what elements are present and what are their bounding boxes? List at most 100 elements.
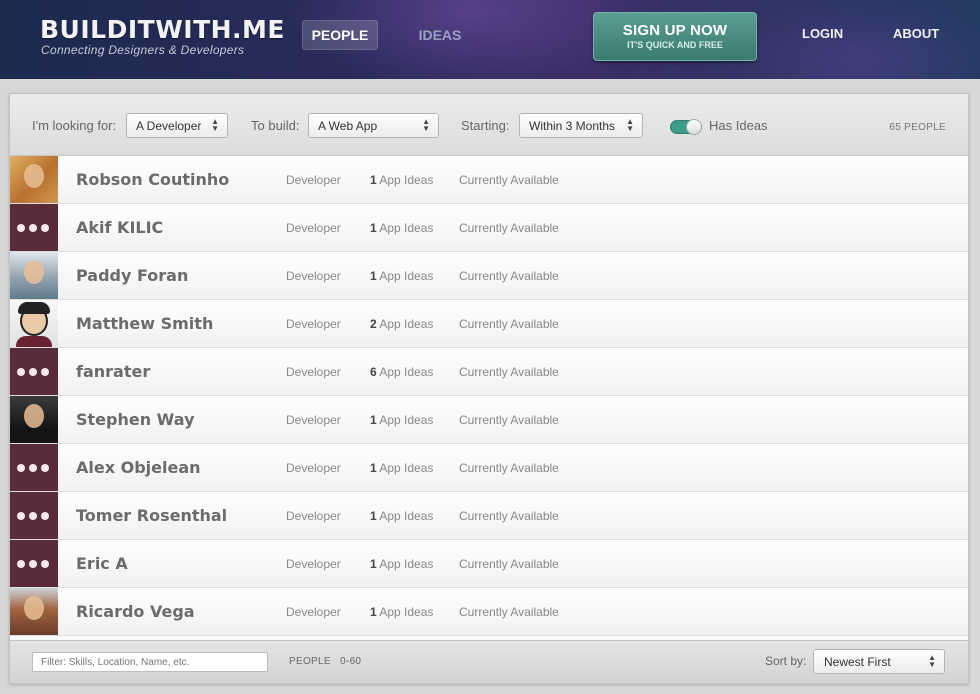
person-availability: Currently Available	[459, 269, 559, 283]
nav-about-link[interactable]: ABOUT	[893, 26, 939, 41]
avatar[interactable]	[10, 252, 58, 299]
person-availability: Currently Available	[459, 173, 559, 187]
avatar-face-icon	[24, 404, 44, 428]
person-app-ideas[interactable]: 1 App Ideas	[370, 173, 433, 187]
toggle-knob	[686, 119, 702, 135]
looking-for-select[interactable]: A Developer ▲ ▼	[126, 113, 228, 138]
avatar-placeholder-icon[interactable]	[10, 204, 58, 251]
person-app-ideas[interactable]: 6 App Ideas	[370, 365, 433, 379]
person-name[interactable]: Paddy Foran	[76, 266, 188, 285]
person-name[interactable]: Tomer Rosenthal	[76, 506, 227, 525]
build-select[interactable]: A Web App ▲ ▼	[308, 113, 439, 138]
person-app-ideas[interactable]: 1 App Ideas	[370, 413, 433, 427]
avatar[interactable]	[10, 396, 58, 443]
person-row[interactable]: Tomer Rosenthal Developer Currently Availa…	[10, 492, 968, 540]
dot-icon	[41, 368, 49, 376]
avatar-shirt-icon	[16, 336, 52, 347]
person-name[interactable]: Alex Objelean	[76, 458, 201, 477]
person-role: Developer	[286, 461, 341, 475]
person-role: Developer	[286, 557, 341, 571]
filter-bar: I'm looking for: A Developer ▲ ▼ To build…	[10, 94, 968, 156]
person-availability: Currently Available	[459, 413, 559, 427]
site-logo[interactable]: BUILDITWITH.ME	[40, 15, 285, 44]
avatar[interactable]	[10, 156, 58, 203]
person-availability: Currently Available	[459, 605, 559, 619]
person-name[interactable]: Akif KILIC	[76, 218, 163, 237]
sort-select[interactable]: Newest First ▲ ▼	[813, 649, 945, 674]
avatar-face-icon	[24, 260, 44, 284]
avatar-face-icon	[24, 596, 44, 620]
person-row[interactable]: Paddy Foran Developer Currently Available 1…	[10, 252, 968, 300]
person-app-ideas[interactable]: 1 App Ideas	[370, 605, 433, 619]
person-row[interactable]: Eric A Developer Currently Available 1 App …	[10, 540, 968, 588]
dot-icon	[41, 512, 49, 520]
select-arrows-icon: ▲ ▼	[928, 653, 936, 669]
person-availability: Currently Available	[459, 317, 559, 331]
person-role: Developer	[286, 269, 341, 283]
person-app-ideas[interactable]: 1 App Ideas	[370, 509, 433, 523]
person-role: Developer	[286, 605, 341, 619]
person-name[interactable]: fanrater	[76, 362, 150, 381]
person-row[interactable]: Alex Objelean Developer Currently Availabl…	[10, 444, 968, 492]
person-role: Developer	[286, 413, 341, 427]
avatar[interactable]	[10, 588, 58, 635]
person-role: Developer	[286, 173, 341, 187]
avatar-placeholder-icon[interactable]	[10, 492, 58, 539]
person-app-ideas[interactable]: 1 App Ideas	[370, 461, 433, 475]
person-row[interactable]: Stephen Way Developer Currently Available 1…	[10, 396, 968, 444]
person-app-ideas[interactable]: 2 App Ideas	[370, 317, 433, 331]
ideas-label: App Ideas	[379, 269, 434, 283]
avatar-placeholder-icon[interactable]	[10, 540, 58, 587]
ideas-count: 1	[370, 413, 377, 427]
people-panel: I'm looking for: A Developer ▲ ▼ To build…	[9, 93, 969, 684]
signup-subtitle: IT'S QUICK AND FREE	[627, 40, 723, 50]
person-role: Developer	[286, 365, 341, 379]
signup-button[interactable]: SIGN UP NOW IT'S QUICK AND FREE	[593, 12, 757, 61]
person-row[interactable]: Robson Coutinho Developer Currently Availa…	[10, 156, 968, 204]
person-app-ideas[interactable]: 1 App Ideas	[370, 269, 433, 283]
person-row[interactable]: Ricardo Vega Developer Currently Available…	[10, 588, 968, 636]
person-app-ideas[interactable]: 1 App Ideas	[370, 221, 433, 235]
ideas-count: 1	[370, 605, 377, 619]
person-name[interactable]: Ricardo Vega	[76, 602, 195, 621]
avatar-placeholder-icon[interactable]	[10, 348, 58, 395]
people-count: 65 PEOPLE	[889, 122, 946, 133]
filter-input[interactable]	[32, 652, 268, 672]
person-row[interactable]: Matthew Smith Developer Currently Availabl…	[10, 300, 968, 348]
starting-select[interactable]: Within 3 Months ▲ ▼	[519, 113, 643, 138]
avatar-face-icon	[24, 164, 44, 188]
select-arrows-icon: ▲ ▼	[422, 117, 430, 133]
nav-people-tab[interactable]: PEOPLE	[302, 20, 378, 50]
dot-icon	[29, 224, 37, 232]
ideas-label: App Ideas	[379, 605, 434, 619]
avatar[interactable]	[10, 300, 58, 347]
ideas-label: App Ideas	[379, 557, 434, 571]
signup-title: SIGN UP NOW	[622, 22, 728, 39]
starting-value: Within 3 Months	[529, 119, 616, 133]
ideas-count: 1	[370, 173, 377, 187]
person-name[interactable]: Matthew Smith	[76, 314, 213, 333]
person-name[interactable]: Eric A	[76, 554, 128, 573]
person-row[interactable]: fanrater Developer Currently Available 6 Ap…	[10, 348, 968, 396]
person-name[interactable]: Robson Coutinho	[76, 170, 229, 189]
has-ideas-label: Has Ideas	[709, 118, 768, 133]
nav-login-link[interactable]: LOGIN	[802, 26, 843, 41]
person-availability: Currently Available	[459, 221, 559, 235]
ideas-count: 1	[370, 557, 377, 571]
ideas-label: App Ideas	[379, 221, 434, 235]
sort-value: Newest First	[824, 655, 891, 669]
person-app-ideas[interactable]: 1 App Ideas	[370, 557, 433, 571]
list-footer: PEOPLE 0-60 Sort by: Newest First ▲▼	[10, 640, 968, 683]
dot-icon	[29, 368, 37, 376]
nav-ideas-tab[interactable]: IDEAS	[408, 20, 472, 50]
range-label: PEOPLE	[289, 656, 331, 667]
people-range: PEOPLE 0-60	[289, 656, 361, 667]
ideas-label: App Ideas	[379, 173, 434, 187]
has-ideas-toggle[interactable]	[670, 119, 702, 135]
dot-icon	[41, 560, 49, 568]
person-row[interactable]: Akif KILIC Developer Currently Available 1 …	[10, 204, 968, 252]
build-label: To build:	[251, 118, 300, 133]
dot-icon	[41, 464, 49, 472]
avatar-placeholder-icon[interactable]	[10, 444, 58, 491]
person-name[interactable]: Stephen Way	[76, 410, 195, 429]
